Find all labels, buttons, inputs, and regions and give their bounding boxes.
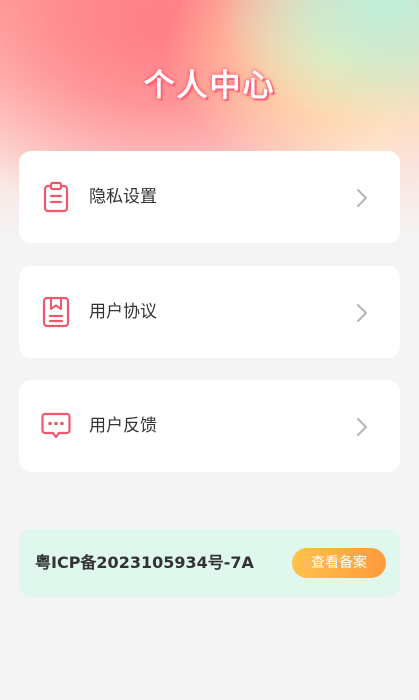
menu-item-privacy-settings[interactable]: 隐私设置	[19, 151, 400, 243]
menu-item-user-agreement[interactable]: 用户协议	[19, 266, 400, 358]
message-icon	[41, 412, 71, 439]
menu-item-label: 用户反馈	[89, 416, 157, 436]
icp-number: 粤ICP备2023105934号-7A	[35, 553, 254, 572]
menu-item-label: 用户协议	[89, 302, 157, 322]
page-title: 个人中心	[143, 68, 276, 104]
view-filing-button[interactable]: 查看备案	[292, 548, 386, 578]
menu-item-label: 隐私设置	[89, 187, 157, 207]
icp-card: 粤ICP备2023105934号-7A 查看备案	[19, 529, 400, 597]
chevron-right-icon	[357, 304, 367, 322]
menu-item-user-feedback[interactable]: 用户反馈	[19, 380, 400, 472]
document-icon	[42, 296, 70, 328]
chevron-right-icon	[357, 418, 367, 436]
clipboard-icon	[43, 181, 69, 213]
chevron-right-icon	[357, 189, 367, 207]
